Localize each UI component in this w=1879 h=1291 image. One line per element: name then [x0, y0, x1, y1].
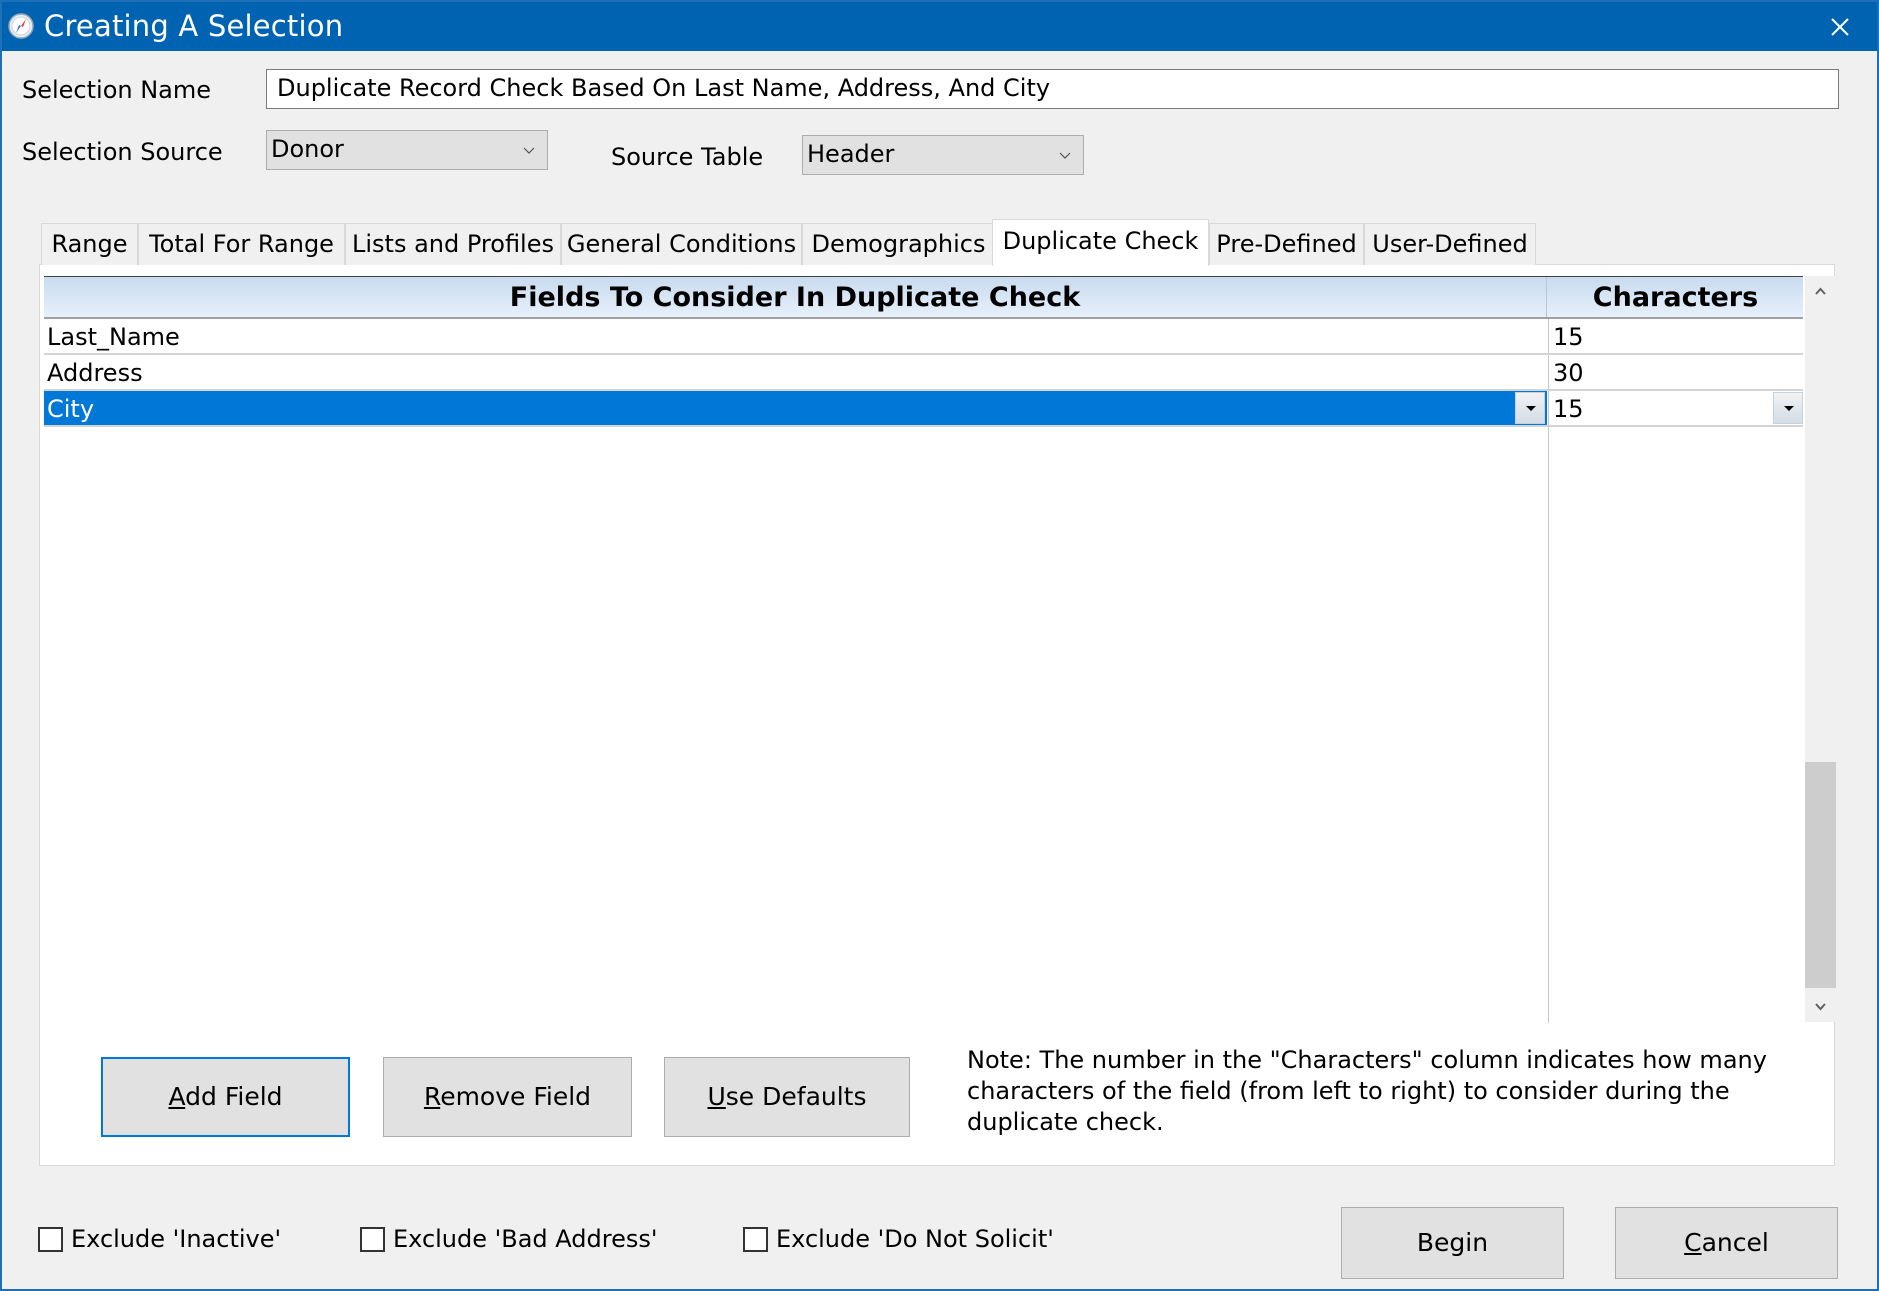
checkbox-label: Exclude 'Bad Address': [393, 1225, 658, 1253]
chevron-down-icon: [1059, 152, 1071, 159]
compass-icon: [8, 13, 34, 39]
column-header-characters[interactable]: Characters: [1548, 277, 1803, 317]
checkbox-label: Exclude 'Do Not Solicit': [776, 1225, 1054, 1253]
use-defaults-label: se Defaults: [725, 1082, 867, 1111]
characters-cell[interactable]: 30: [1548, 355, 1803, 389]
duplicate-fields-grid: Fields To Consider In Duplicate Check Ch…: [44, 276, 1803, 1023]
close-icon[interactable]: [1823, 10, 1857, 44]
field-cell[interactable]: Last_Name: [44, 319, 1547, 353]
grid-header: Fields To Consider In Duplicate Check Ch…: [44, 277, 1803, 319]
window-title: Creating A Selection: [44, 9, 344, 43]
scroll-down-icon[interactable]: [1805, 992, 1836, 1022]
exclude-do-not-solicit-checkbox[interactable]: Exclude 'Do Not Solicit': [743, 1224, 1063, 1254]
checkbox-box[interactable]: [360, 1227, 385, 1252]
tab-duplicate-check[interactable]: Duplicate Check: [992, 219, 1209, 266]
cancel-button[interactable]: Cancel: [1615, 1207, 1838, 1279]
characters-dropdown-button[interactable]: [1773, 392, 1803, 424]
remove-field-label: emove Field: [440, 1082, 592, 1111]
tab-lists-and-profiles[interactable]: Lists and Profiles: [345, 223, 561, 265]
column-divider: [1548, 423, 1549, 1023]
field-cell-value: City: [47, 395, 95, 423]
dialog-window: Creating A Selection Selection Name Dupl…: [0, 0, 1879, 1291]
field-cell[interactable]: Address: [44, 355, 1547, 389]
add-field-label: dd Field: [185, 1082, 283, 1111]
tab-demographics[interactable]: Demographics: [802, 223, 995, 265]
source-table-label: Source Table: [611, 143, 764, 171]
remove-field-mnemonic: R: [423, 1082, 441, 1111]
characters-cell[interactable]: 15: [1548, 391, 1803, 425]
column-header-fields[interactable]: Fields To Consider In Duplicate Check: [44, 277, 1547, 317]
begin-button[interactable]: Begin: [1341, 1207, 1564, 1279]
tab-range[interactable]: Range: [41, 223, 138, 265]
scrollbar-thumb[interactable]: [1805, 762, 1836, 988]
table-row[interactable]: Address 30: [44, 355, 1803, 391]
table-row[interactable]: Last_Name 15: [44, 319, 1803, 355]
characters-cell-value: 15: [1553, 395, 1584, 423]
selection-name-label: Selection Name: [22, 76, 212, 104]
exclude-bad-address-checkbox[interactable]: Exclude 'Bad Address': [360, 1224, 660, 1254]
tab-pre-defined[interactable]: Pre-Defined: [1209, 223, 1364, 265]
cancel-label: ancel: [1701, 1228, 1769, 1257]
tab-user-defined[interactable]: User-Defined: [1364, 223, 1536, 265]
characters-cell[interactable]: 15: [1548, 319, 1803, 353]
chevron-down-icon: [523, 147, 535, 154]
title-bar: Creating A Selection: [2, 2, 1877, 51]
duplicate-check-note: Note: The number in the "Characters" col…: [967, 1046, 1767, 1136]
use-defaults-button[interactable]: Use Defaults: [664, 1057, 910, 1137]
source-table-dropdown[interactable]: Header: [802, 135, 1084, 175]
selection-source-label: Selection Source: [22, 138, 223, 166]
field-cell[interactable]: City: [44, 391, 1547, 425]
checkbox-label: Exclude 'Inactive': [71, 1225, 282, 1253]
vertical-scrollbar[interactable]: [1805, 276, 1836, 1022]
selection-name-input[interactable]: Duplicate Record Check Based On Last Nam…: [266, 69, 1839, 109]
add-field-mnemonic: A: [168, 1082, 186, 1111]
remove-field-button[interactable]: Remove Field: [383, 1057, 632, 1137]
cancel-mnemonic: C: [1684, 1228, 1702, 1257]
field-dropdown-button[interactable]: [1515, 392, 1545, 424]
table-row-selected[interactable]: City 15: [44, 391, 1803, 427]
add-field-button[interactable]: Add Field: [101, 1057, 350, 1137]
source-table-value: Header: [807, 140, 895, 168]
checkbox-box[interactable]: [743, 1227, 768, 1252]
tab-general-conditions[interactable]: General Conditions: [561, 223, 802, 265]
exclude-inactive-checkbox[interactable]: Exclude 'Inactive': [38, 1224, 298, 1254]
selection-source-dropdown[interactable]: Donor: [266, 130, 548, 170]
scroll-up-icon[interactable]: [1805, 276, 1836, 306]
checkbox-box[interactable]: [38, 1227, 63, 1252]
use-defaults-mnemonic: U: [707, 1082, 726, 1111]
selection-source-value: Donor: [271, 135, 344, 163]
tab-total-for-range[interactable]: Total For Range: [138, 223, 345, 265]
